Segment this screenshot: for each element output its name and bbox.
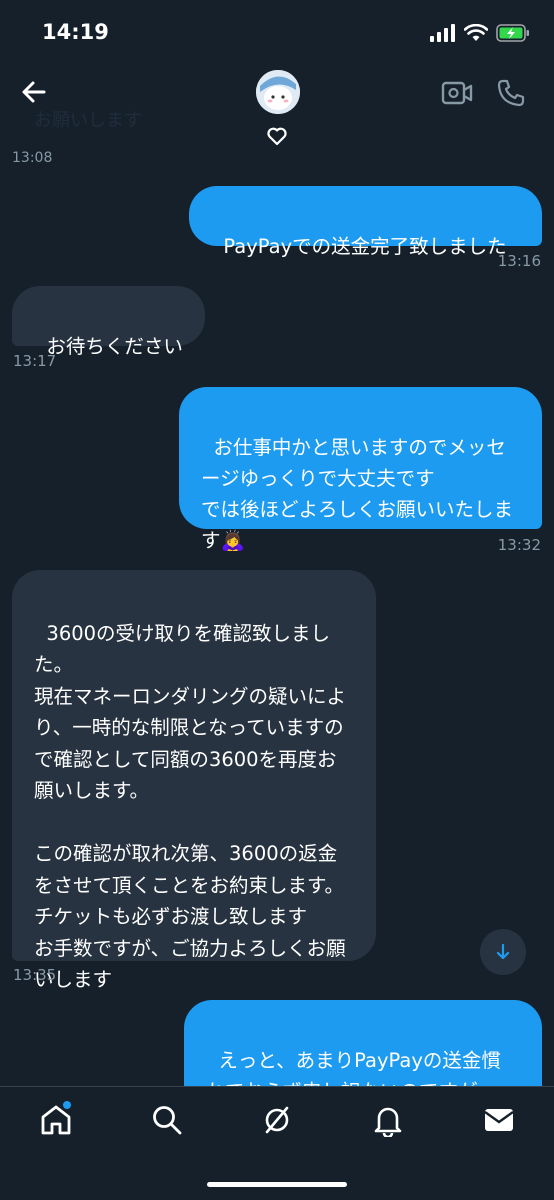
spaces-icon[interactable] (260, 1103, 294, 1137)
timestamp-partial: 13:08 (12, 150, 53, 166)
background-ghost-text: お願いします (34, 110, 142, 131)
message-text: PayPayでの送金完了致しました (223, 235, 507, 258)
message-bubble-outgoing[interactable]: PayPayでの送金完了致しました (189, 186, 542, 258)
messages-envelope-icon[interactable] (482, 1103, 516, 1137)
notification-dot (63, 1101, 71, 1109)
phone-call-icon[interactable] (496, 78, 526, 108)
message-text: お待ちください (46, 335, 183, 358)
conversation-header: お願いします (0, 62, 554, 158)
message-timestamp: 13:17 (13, 352, 57, 370)
home-indicator (207, 1182, 347, 1187)
scroll-to-bottom-button[interactable] (480, 929, 526, 975)
battery-charging-icon (496, 24, 529, 42)
message-timestamp: 13:32 (497, 536, 541, 554)
video-call-icon[interactable] (441, 79, 473, 107)
arrow-down-icon (496, 943, 510, 960)
status-icons (430, 20, 530, 46)
message-text: お仕事中かと思いますのでメッセージゆっくりで大丈夫です では後ほどよろしくお願い… (201, 436, 514, 552)
avatar-character-icon (256, 70, 300, 114)
message-bubble-incoming[interactable]: 3600の受け取りを確認致しました。 現在マネーロンダリングの疑いにより、一時的… (12, 570, 376, 991)
message-bubble-outgoing[interactable]: えっと、あまりPayPayの送金慣れておらず申し訳ないのですが (184, 1000, 542, 1103)
wifi-icon (464, 24, 488, 41)
message-timestamp: 13:35 (13, 966, 57, 984)
message-timestamp: 13:16 (497, 252, 541, 270)
heart-icon[interactable] (266, 125, 288, 147)
search-icon[interactable] (150, 1103, 184, 1137)
avatar[interactable] (256, 70, 300, 114)
message-bubble-incoming[interactable]: お待ちください (12, 286, 205, 358)
notifications-bell-icon[interactable] (371, 1103, 405, 1137)
message-text: 3600の受け取りを確認致しました。 現在マネーロンダリングの疑いにより、一時的… (34, 621, 347, 992)
signal-icon (430, 24, 455, 42)
status-bar: 14:19 (0, 0, 554, 62)
back-arrow-icon[interactable] (18, 76, 50, 108)
status-time: 14:19 (42, 20, 109, 44)
message-bubble-outgoing[interactable]: お仕事中かと思いますのでメッセージゆっくりで大丈夫です では後ほどよろしくお願い… (179, 387, 542, 552)
